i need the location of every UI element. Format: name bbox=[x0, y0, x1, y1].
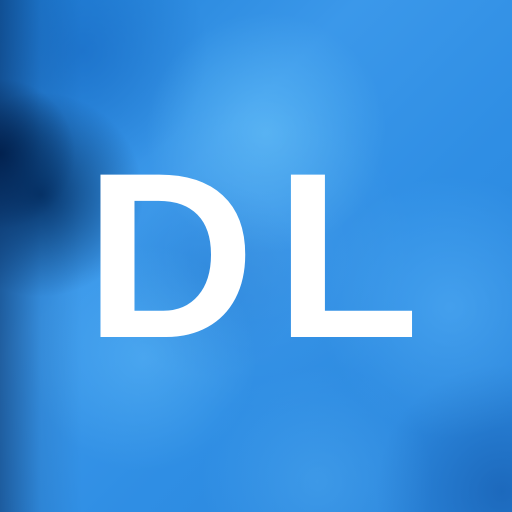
avatar: DL bbox=[0, 0, 512, 512]
avatar-initials: DL bbox=[84, 124, 440, 388]
